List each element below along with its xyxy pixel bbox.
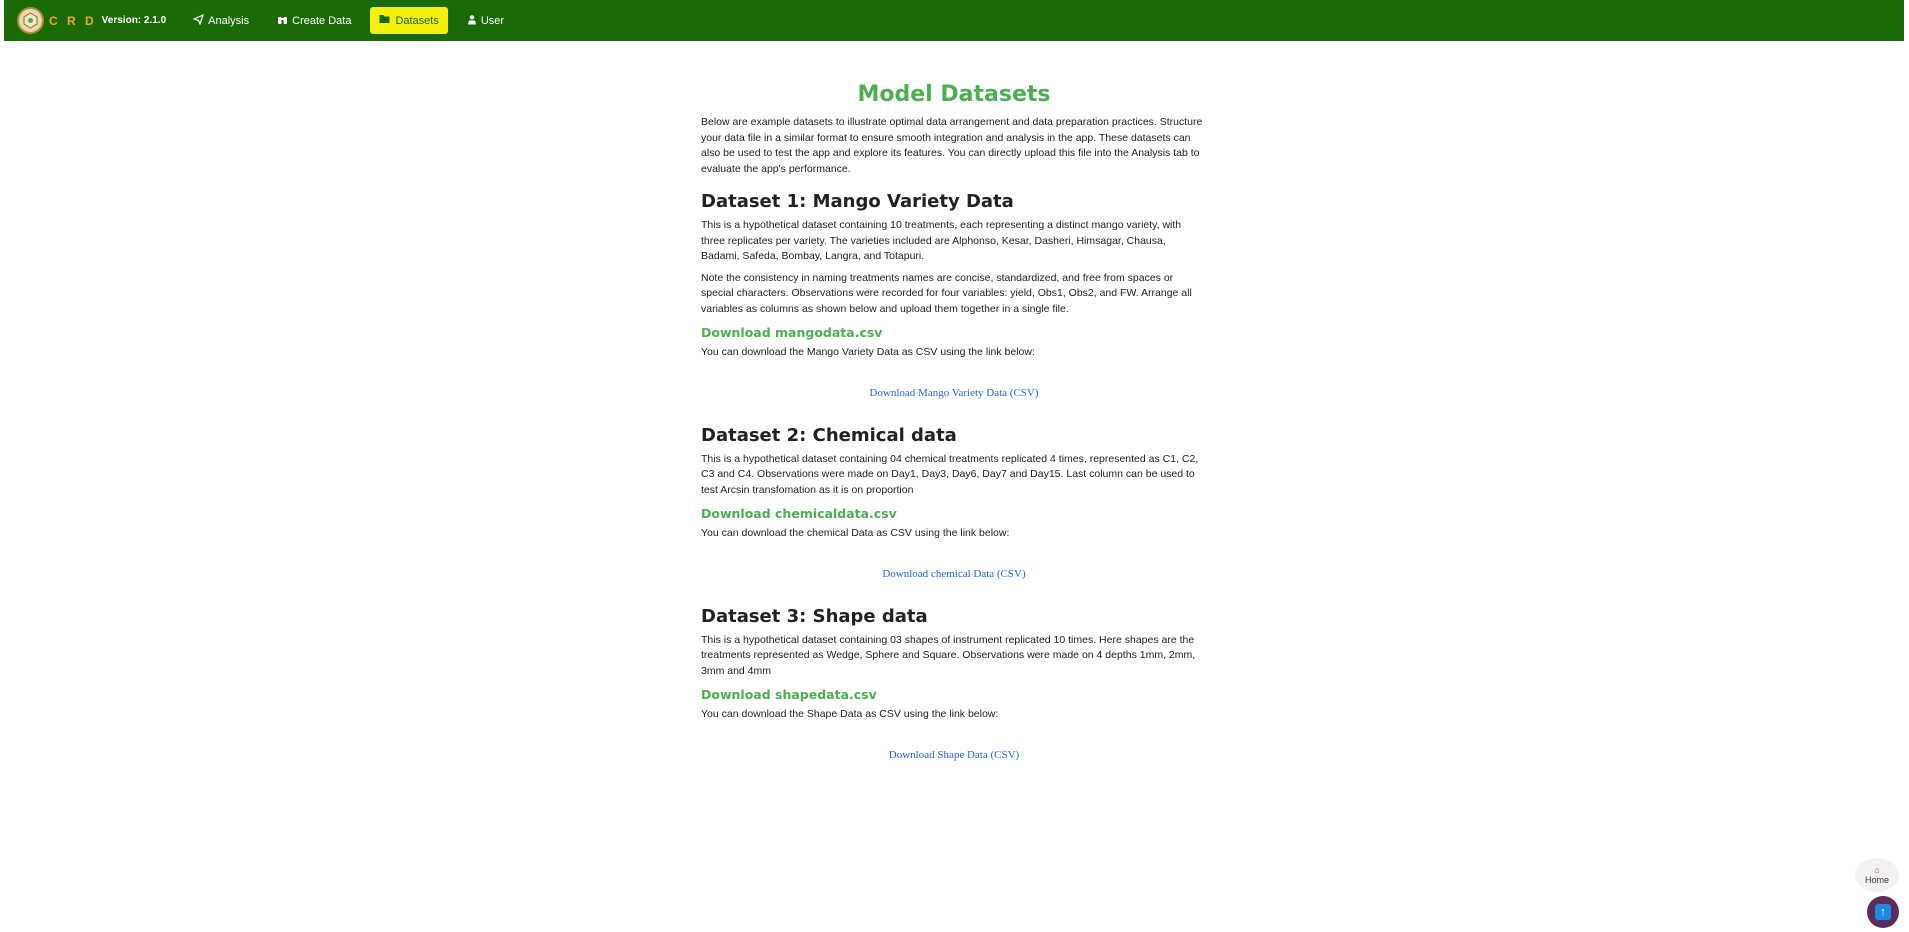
nav-analysis-label: Analysis [208, 14, 250, 27]
download-mango-link[interactable]: Download Mango Variety Data (CSV) [701, 387, 1207, 399]
app-logo[interactable] [17, 7, 44, 34]
main-content: Model Datasets Below are example dataset… [701, 82, 1207, 787]
logo-emblem-icon [23, 12, 38, 29]
version-label: Version: 2.1.0 [101, 15, 167, 26]
nav-user[interactable]: User [458, 7, 513, 35]
dataset-title: Dataset 3: Shape data [701, 605, 928, 627]
download-heading: Download mangodata.csv [701, 325, 883, 340]
dataset-note: Note the consistency in naming treatment… [701, 271, 1192, 315]
paper-plane-icon [192, 13, 205, 28]
download-chemical-link[interactable]: Download chemical Data (CSV) [701, 568, 1207, 580]
dataset-section-shape: Dataset 3: Shape data This is a hypothet… [701, 606, 1207, 761]
nav-create-data[interactable]: Create Data [268, 7, 360, 35]
house-icon: ⌂ [1874, 865, 1880, 875]
nav-datasets-label: Datasets [395, 14, 439, 27]
download-instructions: You can download the Mango Variety Data … [701, 346, 1035, 358]
download-heading: Download shapedata.csv [701, 687, 877, 702]
dataset-description: This is a hypothetical dataset containin… [701, 452, 1199, 496]
dataset-section-mango: Dataset 1: Mango Variety Data This is a … [701, 191, 1207, 399]
download-heading: Download chemicaldata.csv [701, 506, 897, 521]
scroll-to-top-button[interactable]: ↑ [1867, 896, 1899, 928]
dataset-title: Dataset 1: Mango Variety Data [701, 191, 1014, 212]
home-button[interactable]: ⌂ Home [1855, 858, 1899, 892]
user-secret-icon [467, 14, 477, 28]
home-button-label: Home [1864, 875, 1889, 885]
download-instructions: You can download the chemical Data as CS… [701, 527, 1010, 539]
nav-datasets[interactable]: Datasets [370, 7, 448, 34]
dataset-description: This is a hypothetical dataset containin… [701, 219, 1182, 262]
nav-analysis[interactable]: Analysis [184, 7, 258, 35]
page-title: Model Datasets [857, 82, 1051, 107]
dataset-section-chemical: Dataset 2: Chemical data This is a hypot… [701, 425, 1207, 580]
download-shape-link[interactable]: Download Shape Data (CSV) [701, 749, 1207, 761]
brand-name[interactable]: C R D [49, 14, 97, 28]
dataset-title: Dataset 2: Chemical data [701, 424, 957, 446]
top-navbar: C R D Version: 2.1.0 Analysis Create Dat… [4, 0, 1904, 41]
download-instructions: You can download the Shape Data as CSV u… [701, 708, 999, 720]
arrow-up-icon: ↑ [1875, 904, 1891, 920]
nav-user-label: User [480, 14, 505, 27]
folder-open-icon [379, 14, 391, 27]
intro-text: Below are example datasets to illustrate… [701, 116, 1203, 175]
nav-create-data-label: Create Data [292, 14, 352, 27]
dataset-description: This is a hypothetical dataset containin… [701, 633, 1196, 677]
binoculars-icon [277, 14, 288, 28]
